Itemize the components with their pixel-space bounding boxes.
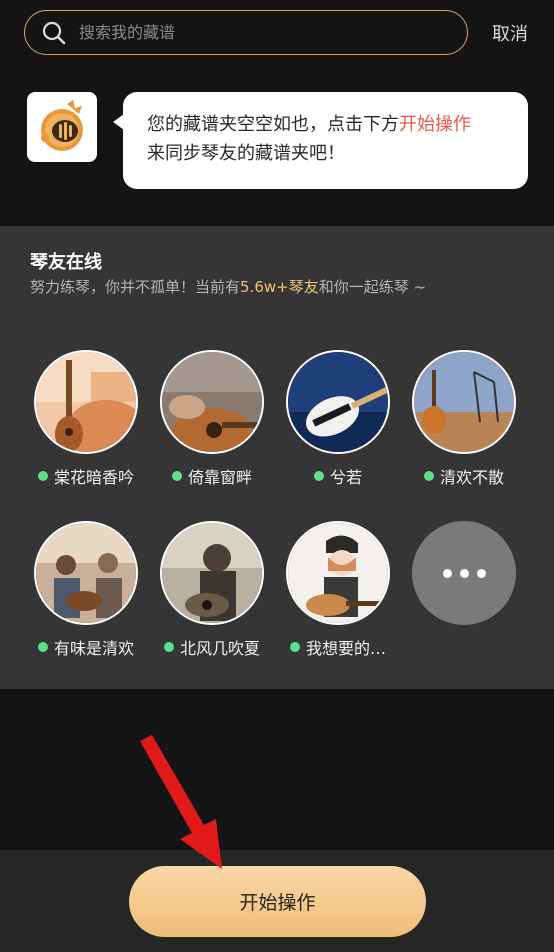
search-input[interactable] [79,23,419,42]
friend-name: 有味是清欢 [53,639,134,658]
more-icon [412,521,516,625]
friend-avatar [160,521,264,625]
friend-name: 清欢不散 [439,468,504,487]
online-dot [289,642,300,652]
friend-item[interactable]: 棠花暗香吟 [26,350,146,488]
online-subtitle: 努力练琴，你并不孤单！当前有5.6w+琴友和你一起练琴 ~ [30,276,426,297]
online-dot [37,471,48,481]
online-dot [423,471,434,481]
online-dot [313,471,324,481]
hint-line1-highlight: 开始操作 [399,114,471,135]
friend-name: 北风几吹夏 [179,639,260,658]
friend-avatar [412,350,516,454]
hint-line1-prefix: 您的藏谱夹空空如也，点击下方 [147,114,399,135]
friend-item[interactable]: 倚靠窗畔 [152,350,272,488]
more-friends-button[interactable] [404,521,524,625]
hint-line2: 来同步琴友的藏谱夹吧！ [147,143,345,164]
search-box[interactable] [24,10,468,55]
online-sub-prefix: 努力练琴，你并不孤单！当前有 [30,278,241,296]
online-dot [171,471,182,481]
friend-avatar [160,350,264,454]
online-sub-suffix: 和你一起练琴 ~ [318,278,427,296]
friend-avatar [34,521,138,625]
search-row: 取消 [0,0,554,66]
mascot-icon [41,100,83,151]
friend-avatar [286,350,390,454]
friend-name: 棠花暗香吟 [53,468,134,487]
friend-name: 兮若 [329,468,362,487]
start-operation-button[interactable]: 开始操作 [129,866,426,937]
online-count: 5.6w+琴友 [240,278,319,296]
friend-item[interactable]: 有味是清欢 [26,521,146,659]
friend-avatar [34,350,138,454]
mascot-avatar [27,92,97,162]
friend-name: 倚靠窗畔 [187,468,252,487]
friend-name: 我想要的… [305,639,386,658]
search-icon [42,21,66,44]
online-title: 琴友在线 [30,252,102,273]
friend-item[interactable]: 兮若 [278,350,398,488]
red-arrow-icon [140,735,222,869]
cancel-button[interactable]: 取消 [492,20,528,46]
online-dot [163,642,174,652]
empty-hint-bubble: 您的藏谱夹空空如也，点击下方开始操作 来同步琴友的藏谱夹吧！ [113,92,528,189]
friend-avatar [286,521,390,625]
friend-item[interactable]: 清欢不散 [404,350,524,488]
friend-item[interactable]: 北风几吹夏 [152,521,272,659]
friend-item[interactable]: 我想要的… [278,521,398,659]
online-friends-panel: 琴友在线 努力练琴，你并不孤单！当前有5.6w+琴友和你一起练琴 ~ 棠花暗香吟 [0,226,554,689]
online-dot [37,642,48,652]
